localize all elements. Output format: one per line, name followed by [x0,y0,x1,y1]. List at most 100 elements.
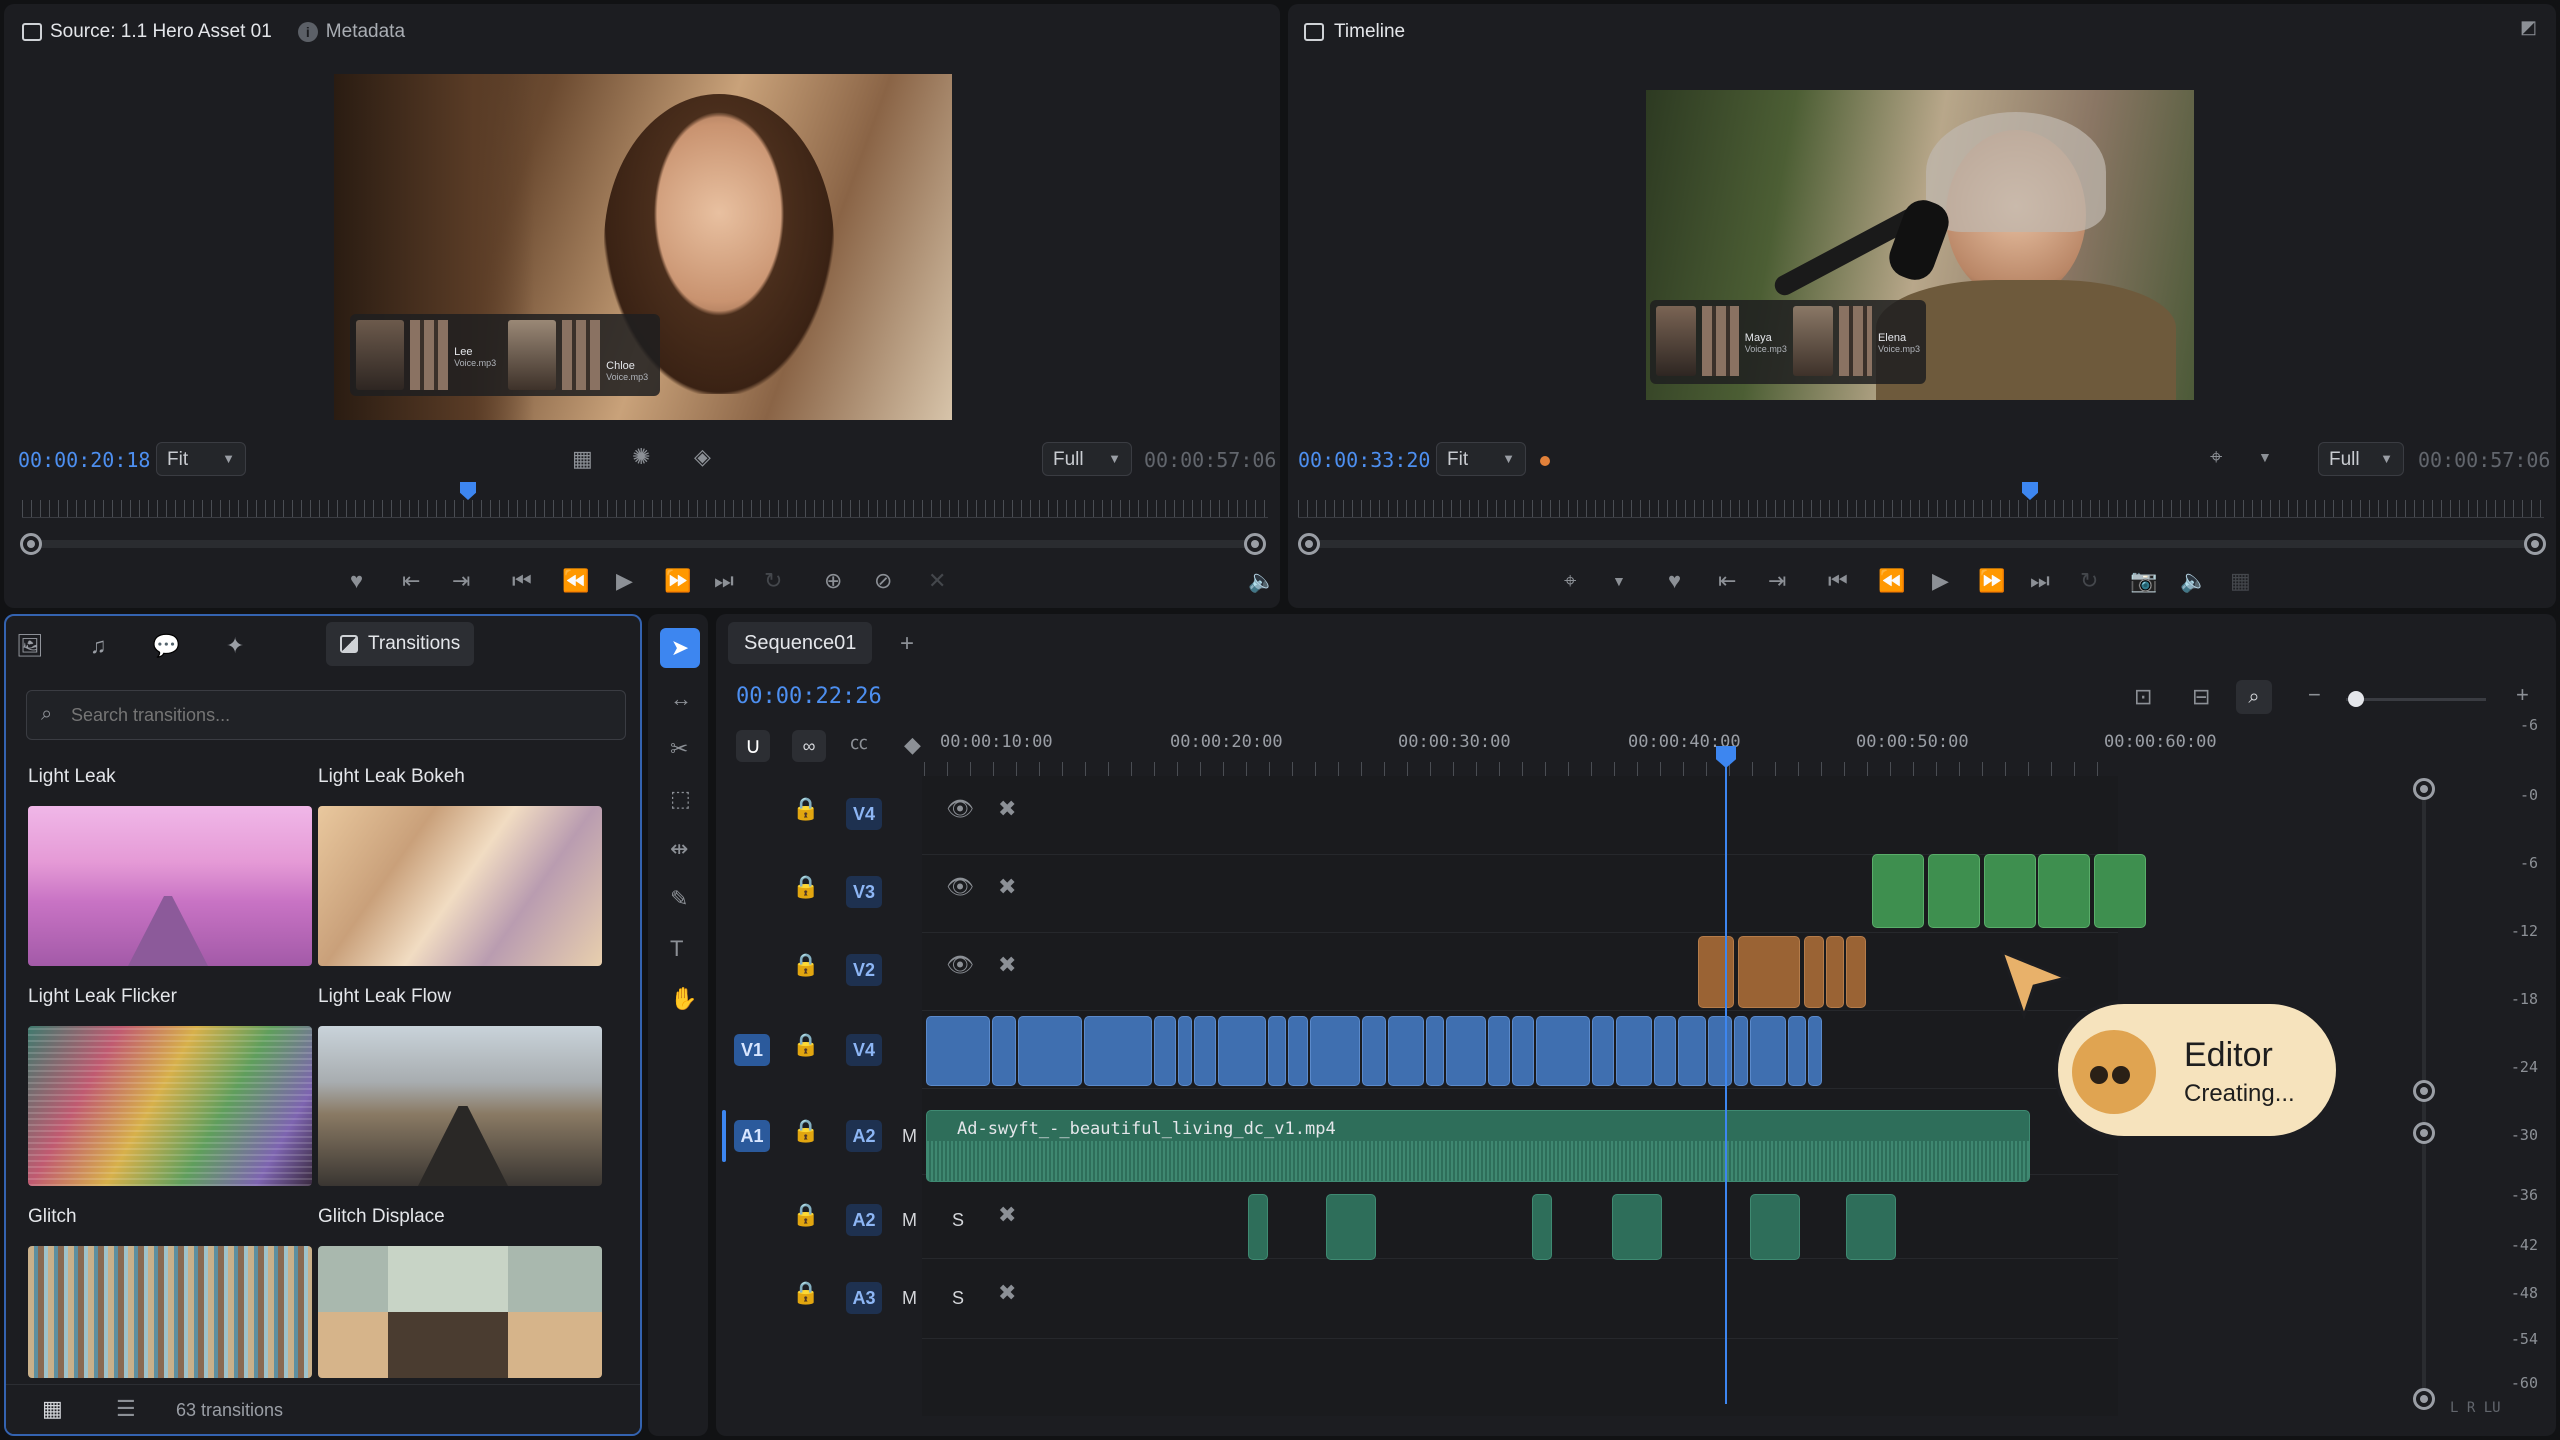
clip-v1[interactable] [1788,1016,1806,1086]
audio-clip-a2[interactable] [1326,1194,1376,1260]
zoom-out-icon[interactable]: − [2308,684,2321,706]
source-quality-dropdown[interactable]: Full ▼ [1042,442,1132,476]
clip-v1[interactable] [1154,1016,1176,1086]
step-forward-icon[interactable]: ⏭ [714,570,734,592]
meter-handle[interactable] [2413,1080,2435,1102]
list-view-icon[interactable]: ☰ [116,1398,136,1420]
mark-out-icon[interactable]: ⇥ [452,570,470,592]
slide-tool-icon[interactable]: ⇹ [670,838,688,860]
lock-icon[interactable]: 🔒 [792,1120,819,1142]
clip-v2[interactable] [1846,936,1866,1008]
clip-v1[interactable] [1018,1016,1082,1086]
clip-v1[interactable] [1808,1016,1822,1086]
selection-tool-icon[interactable]: ➤ [660,628,700,668]
slip-tool-icon[interactable]: ⬚ [670,788,691,810]
timeline-fit-dropdown[interactable]: Fit ▼ [1436,442,1526,476]
mark-out-icon[interactable]: ⇥ [1768,570,1786,592]
clip-v3[interactable] [2038,854,2090,928]
timeline-out-handle[interactable] [2524,533,2546,555]
clip-v1[interactable] [1592,1016,1614,1086]
track-target-a2[interactable]: A2 [846,1120,882,1152]
loop-icon[interactable]: ↻ [764,570,782,592]
clip-v1[interactable] [1734,1016,1748,1086]
zoom-fit-icon[interactable]: ⊡ [2134,686,2152,708]
timeline-monitor-scrub-bar[interactable] [1312,540,2532,548]
tab-transitions[interactable]: Transitions [326,622,475,666]
audio-clip-a2[interactable] [1248,1194,1268,1260]
clip-v2[interactable] [1804,936,1824,1008]
clip-v1[interactable] [1654,1016,1676,1086]
layers-icon[interactable]: ◈ [694,446,711,468]
add-sequence-icon[interactable]: + [900,632,914,656]
solo-button[interactable]: S [952,1210,964,1231]
source-out-handle[interactable] [1244,533,1266,555]
clip-v1[interactable] [1536,1016,1590,1086]
camera-icon[interactable]: 📷 [2130,570,2157,592]
source-timecode[interactable]: 00:00:20:18 [18,448,150,472]
zoom-slider-thumb[interactable] [2348,691,2364,707]
eye-icon[interactable]: 👁 [946,876,974,898]
mute-button[interactable]: M [902,1126,917,1147]
play-icon[interactable]: ▶ [616,570,633,592]
ripple-tool-icon[interactable]: ↔ [670,688,692,710]
pen-tool-icon[interactable]: ✎ [670,888,688,910]
track-target-v3[interactable]: V3 [846,876,882,908]
track-target-v2[interactable]: V2 [846,954,882,986]
transition-thumb-light-leak[interactable] [28,806,312,966]
eye-icon[interactable]: 👁 [946,954,974,976]
sync-lock-icon[interactable]: ✖ [998,798,1016,820]
source-in-handle[interactable] [20,533,42,555]
source-patch-a1[interactable]: A1 [734,1120,770,1152]
transition-thumb-light-leak-flicker[interactable] [28,1026,312,1186]
captions-icon[interactable]: ㏄ [850,734,868,752]
zoom-selection-icon[interactable]: ⊟ [2192,686,2210,708]
lock-icon[interactable]: 🔒 [792,876,819,898]
mark-in-icon[interactable]: ⇤ [402,570,420,592]
volume-icon[interactable]: 🔈 [1248,570,1275,592]
overwrite-icon[interactable]: ⊘ [874,570,892,592]
audio-tab-icon[interactable]: ♫ [90,633,107,659]
source-playhead-marker[interactable] [460,482,476,500]
grid-view-icon[interactable]: ▦ [42,1398,63,1420]
volume-icon[interactable]: 🔈 [2180,570,2207,592]
clip-v1[interactable] [1178,1016,1192,1086]
track-target-a3[interactable]: A3 [846,1282,882,1314]
timeline-quality-dropdown[interactable]: Full ▼ [2318,442,2404,476]
effects-tab-icon[interactable]: ✦ [226,633,244,659]
clip-v1[interactable] [1426,1016,1444,1086]
clip-v1[interactable] [1288,1016,1308,1086]
lock-icon[interactable]: 🔒 [792,1034,819,1056]
clip-v3[interactable] [1984,854,2036,928]
timeline-timecode[interactable]: 00:00:22:26 [736,684,882,709]
step-forward-icon[interactable]: ⏭ [2030,570,2050,592]
marker-icon[interactable]: ◆ [904,734,921,756]
lock-icon[interactable]: 🔒 [792,798,819,820]
track-target-v1[interactable]: V4 [846,1034,882,1066]
clip-v1[interactable] [926,1016,990,1086]
fast-forward-icon[interactable]: ⏩ [664,570,691,592]
clip-v1[interactable] [1512,1016,1534,1086]
clip-v1[interactable] [1708,1016,1732,1086]
tab-sequence[interactable]: Sequence01 [728,622,873,664]
zoom-slider-track[interactable] [2346,698,2486,701]
clip-v1[interactable] [1084,1016,1152,1086]
sync-lock-icon[interactable]: ✖ [998,876,1016,898]
timeline-in-handle[interactable] [1298,533,1320,555]
clip-v1[interactable] [1218,1016,1266,1086]
focus-icon[interactable]: ⌖ [1564,570,1576,592]
snap-toggle-icon[interactable]: ∪ [736,730,770,762]
meter-handle[interactable] [2413,1388,2435,1410]
clip-v2[interactable] [1738,936,1800,1008]
sync-lock-icon[interactable]: ✖ [998,954,1016,976]
clip-v1[interactable] [1194,1016,1216,1086]
collapse-icon[interactable]: ◩ [2520,18,2537,36]
clip-v1[interactable] [1446,1016,1486,1086]
transition-thumb-glitch[interactable] [28,1246,312,1378]
safe-margins-icon[interactable]: ▦ [572,448,593,470]
linked-selection-icon[interactable]: ∞ [792,730,826,762]
clip-v1[interactable] [1310,1016,1360,1086]
step-back-icon[interactable]: ⏮ [512,570,532,592]
audio-clip-a2[interactable] [1846,1194,1896,1260]
rewind-icon[interactable]: ⏪ [562,570,589,592]
clip-v1[interactable] [1268,1016,1286,1086]
